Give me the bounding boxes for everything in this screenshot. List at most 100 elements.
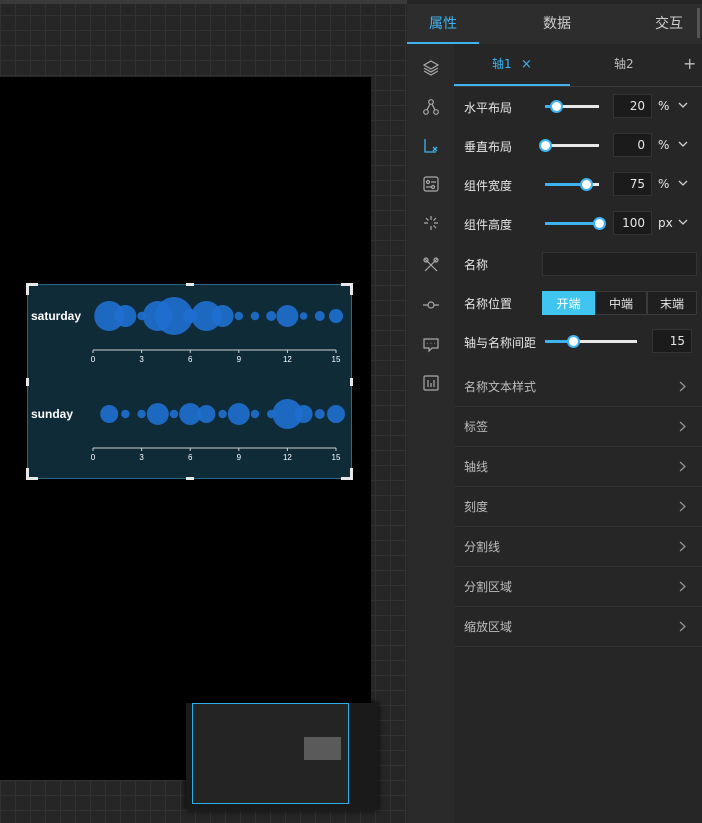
resize-handle-top-left[interactable] <box>26 283 38 295</box>
vertical-layout-unit: % <box>658 138 670 152</box>
tools-icon[interactable] <box>419 253 443 277</box>
chevron-down-icon[interactable] <box>678 180 688 187</box>
section-split-line[interactable]: 分割线 <box>454 527 702 567</box>
comment-icon[interactable] <box>419 333 443 357</box>
scatter-widget[interactable]: saturday 0 3 6 9 12 15 sunday 0 3 6 9 12 15 <box>26 283 353 480</box>
bar-box-icon[interactable] <box>419 371 443 395</box>
bubble-point <box>276 305 299 327</box>
resize-handle-bottom-left[interactable] <box>26 468 38 480</box>
sparkle-icon[interactable] <box>419 211 443 235</box>
component-width-unit: % <box>658 177 670 191</box>
bubble-point <box>299 312 308 320</box>
x-tick-label: 0 <box>91 355 96 364</box>
component-height-label: 组件高度 <box>464 218 513 232</box>
bubble-point <box>218 409 227 419</box>
component-width-slider[interactable] <box>545 178 599 191</box>
tab-properties[interactable]: 属性 <box>407 4 479 44</box>
x-tick-label: 6 <box>188 453 193 462</box>
minimap-viewport[interactable] <box>304 737 341 760</box>
section-split-area[interactable]: 分割区域 <box>454 567 702 607</box>
bubble-point <box>327 405 345 423</box>
tab-interaction[interactable]: 交互 <box>639 4 699 44</box>
resize-handle-left[interactable] <box>26 378 29 386</box>
slider-knob[interactable] <box>549 100 563 113</box>
add-axis-icon[interactable]: + <box>683 44 696 84</box>
bubble-point <box>234 311 243 321</box>
vertical-layout-slider[interactable] <box>539 139 599 152</box>
bubble-point <box>314 311 325 321</box>
component-height-slider[interactable] <box>545 217 606 230</box>
node-point-icon[interactable] <box>419 293 443 317</box>
bubble-point <box>137 409 146 419</box>
resize-handle-top-right[interactable] <box>341 283 353 295</box>
name-gap-label: 轴与名称间距 <box>464 336 537 350</box>
chevron-down-icon[interactable] <box>678 102 688 109</box>
settings-card-icon[interactable] <box>419 172 443 196</box>
horizontal-layout-input[interactable]: 20 <box>613 94 652 118</box>
tabs-scrollbar[interactable] <box>697 8 700 38</box>
close-icon[interactable]: × <box>521 44 532 86</box>
chevron-right-icon <box>679 381 686 392</box>
nodes-icon[interactable] <box>419 95 443 119</box>
bubble-point <box>114 305 137 327</box>
slider-knob[interactable] <box>593 217 606 230</box>
panel-tabs: 属性 数据 交互 <box>407 4 702 44</box>
bubble-point <box>294 405 313 423</box>
name-position-start-button[interactable]: 开端 <box>542 291 595 315</box>
vertical-layout-input[interactable]: 0 <box>613 133 652 157</box>
chevron-right-icon <box>679 581 686 592</box>
section-label: 分割线 <box>464 540 501 554</box>
section-labels[interactable]: 标签 <box>454 407 702 447</box>
component-width-input[interactable]: 75 <box>613 172 652 196</box>
section-zoom-area[interactable]: 缩放区域 <box>454 607 702 647</box>
slider-knob[interactable] <box>579 178 593 191</box>
property-category-bar <box>407 44 454 823</box>
section-label: 分割区域 <box>464 580 513 594</box>
resize-handle-bottom-right[interactable] <box>341 468 353 480</box>
x-tick-label: 6 <box>188 355 193 364</box>
chevron-right-icon <box>679 621 686 632</box>
axis-property-form: 轴1 × 轴2 + 水平布局 20 % 垂直布局 0 % 组件宽度 75 % 组 <box>454 44 702 823</box>
section-ticks[interactable]: 刻度 <box>454 487 702 527</box>
x-tick-label: 12 <box>283 453 292 462</box>
chevron-down-icon[interactable] <box>678 219 688 226</box>
component-height-input[interactable]: 100 <box>613 211 652 235</box>
axis-icon[interactable] <box>419 134 443 158</box>
minimap[interactable] <box>186 703 378 810</box>
bubble-point <box>121 409 130 419</box>
tab-data[interactable]: 数据 <box>521 4 593 44</box>
row-label: saturday <box>31 309 81 323</box>
axis-name-input[interactable] <box>542 252 697 276</box>
x-tick-label: 15 <box>332 355 341 364</box>
chevron-right-icon <box>679 461 686 472</box>
name-position-label: 名称位置 <box>464 297 513 311</box>
resize-handle-top[interactable] <box>186 283 194 286</box>
x-tick-label: 15 <box>332 453 341 462</box>
name-position-end-button[interactable]: 末端 <box>647 291 697 315</box>
name-position-middle-button[interactable]: 中端 <box>595 291 647 315</box>
section-axis-line[interactable]: 轴线 <box>454 447 702 487</box>
layers-icon[interactable] <box>419 56 443 80</box>
bubble-point <box>197 405 216 423</box>
bubble-point <box>314 409 325 419</box>
bubble-point <box>169 409 179 419</box>
name-gap-input[interactable]: 15 <box>652 329 692 353</box>
x-tick-label: 3 <box>139 355 144 364</box>
x-tick-label: 9 <box>237 453 242 462</box>
slider-knob[interactable] <box>539 139 552 152</box>
bubble-point <box>250 311 260 321</box>
horizontal-layout-slider[interactable] <box>545 100 599 113</box>
resize-handle-right[interactable] <box>350 378 353 386</box>
tab-axis-2[interactable]: 轴2 <box>614 44 634 84</box>
scatter-chart: saturday 0 3 6 9 12 15 sunday 0 3 6 9 12 15 <box>31 297 345 462</box>
bubble-point <box>266 311 277 321</box>
chevron-down-icon[interactable] <box>678 141 688 148</box>
tab-axis-1[interactable]: 轴1 <box>492 44 512 84</box>
section-name-text-style[interactable]: 名称文本样式 <box>454 367 702 407</box>
section-label: 刻度 <box>464 500 489 514</box>
resize-handle-bottom[interactable] <box>186 477 194 480</box>
slider-knob[interactable] <box>566 335 580 348</box>
editor-canvas[interactable]: saturday 0 3 6 9 12 15 sunday 0 3 6 9 12 15 <box>0 0 407 823</box>
horizontal-layout-label: 水平布局 <box>464 101 513 115</box>
name-gap-slider[interactable] <box>545 335 637 348</box>
